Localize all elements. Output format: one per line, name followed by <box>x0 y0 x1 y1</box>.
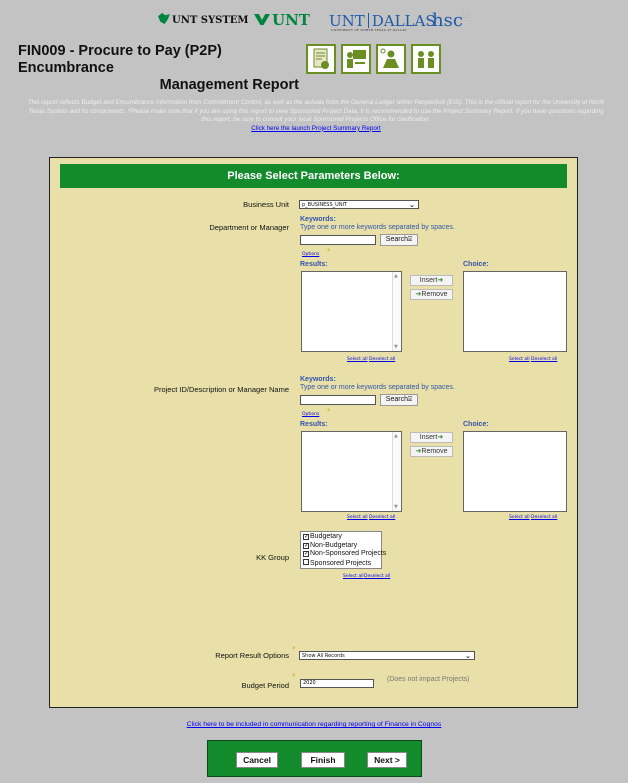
kk-select-all[interactable]: Select all <box>343 574 364 579</box>
project-keywords: Keywords: Type one or more keywords sepa… <box>300 376 455 391</box>
business-unit-select[interactable]: p_BUSINESS_UNIT ⌄ <box>299 200 419 209</box>
dept-results-list[interactable]: ▲ ▼ <box>301 271 402 352</box>
dept-results-select-all[interactable]: Select all <box>347 357 368 362</box>
kk-group-list: ✓Budgetary ✓Non-Budgetary ✓Non-Sponsored… <box>300 531 386 569</box>
project-insert-button[interactable]: Insert➜ <box>410 432 453 443</box>
unt-logo: UNT <box>254 11 310 29</box>
project-results-label: Results: <box>300 421 328 428</box>
dept-options-link[interactable]: Options <box>302 252 319 257</box>
project-choice-label: Choice: <box>463 421 489 428</box>
scrollbar[interactable]: ▲ ▼ <box>392 432 401 511</box>
intro-text: This report reflects Budget and Encumbra… <box>26 99 606 134</box>
report-options-label: Report Result Options <box>215 651 289 660</box>
page-title: FIN009 - Procure to Pay (P2P) Encumbranc… <box>18 43 299 93</box>
dept-choice-label: Choice: <box>463 261 489 268</box>
project-choice-select-all[interactable]: Select all <box>509 515 530 520</box>
footer-button-bar: Cancel Finish Next > <box>207 740 422 777</box>
business-unit-label: Business Unit <box>243 200 289 209</box>
search-icon: ⌻ <box>407 396 413 403</box>
presentation-icon <box>341 44 371 74</box>
kk-option-non-budgetary[interactable]: ✓Non-Budgetary <box>303 542 379 551</box>
kk-option-sponsored[interactable]: Sponsored Projects <box>303 558 379 569</box>
finish-button[interactable]: Finish <box>301 752 345 768</box>
project-remove-button[interactable]: ➔Remove <box>410 446 453 457</box>
required-icon: * <box>327 407 331 415</box>
unt-system-eagle-icon <box>158 13 170 24</box>
required-icon: * <box>292 645 296 653</box>
logo-bar: UNT SYSTEM UNT UNT DALLAS UNIVERSITY OF NO… <box>0 10 628 32</box>
budget-period-note: (Does not impact Projects) <box>387 676 470 683</box>
arrow-right-icon: ➜ <box>437 434 444 441</box>
project-choice-deselect-all[interactable]: Deselect all <box>531 515 557 520</box>
dept-results-deselect-all[interactable]: Deselect all <box>369 357 395 362</box>
project-choice-list[interactable] <box>463 431 567 512</box>
project-results-list[interactable]: ▲ ▼ <box>301 431 402 512</box>
required-icon: * <box>327 247 331 255</box>
dept-remove-button[interactable]: ➔Remove <box>410 289 453 300</box>
project-options-link[interactable]: Options <box>302 412 319 417</box>
next-button[interactable]: Next > <box>367 752 407 768</box>
scrollbar[interactable]: ▲ ▼ <box>392 272 401 351</box>
project-search-button[interactable]: Search⌻ <box>380 394 418 406</box>
project-label: Project ID/Description or Manager Name <box>153 385 289 394</box>
project-results-select-all[interactable]: Select all <box>347 515 368 520</box>
project-summary-link[interactable]: Click here the launch Project Summary Re… <box>26 125 606 134</box>
chevron-down-icon: ⌄ <box>465 652 471 660</box>
checkbox[interactable]: ✓ <box>303 551 309 557</box>
search-icon: ⌻ <box>407 236 413 243</box>
unt-dallas-logo: UNT DALLAS UNIVERSITY OF NORTH TEXAS AT DA… <box>329 12 436 32</box>
teaching-icon <box>376 44 406 74</box>
checkbox[interactable]: ✓ <box>303 534 309 540</box>
unt-system-logo: UNT SYSTEM <box>158 13 249 26</box>
hsc-logo: hsc∷ <box>432 10 469 31</box>
panel-heading: Please Select Parameters Below: <box>60 164 567 188</box>
dept-search-input[interactable] <box>300 235 376 245</box>
parameters-panel: Please Select Parameters Below: Business… <box>49 157 578 708</box>
dept-choice-select-all[interactable]: Select all <box>509 357 530 362</box>
department-label: Department or Manager <box>209 223 289 232</box>
kk-deselect-all[interactable]: Deselect all <box>364 574 390 579</box>
required-icon: * <box>292 672 296 680</box>
dept-choice-list[interactable] <box>463 271 567 352</box>
budget-period-label: Budget Period <box>241 681 289 690</box>
checkbox[interactable] <box>303 558 309 565</box>
dept-choice-deselect-all[interactable]: Deselect all <box>531 357 557 362</box>
dept-search-button[interactable]: Search⌻ <box>380 234 418 246</box>
chevron-down-icon: ⌄ <box>409 201 415 209</box>
arrow-right-icon: ➜ <box>437 277 444 284</box>
kk-option-non-sponsored[interactable]: ✓Non-Sponsored Projects <box>303 550 386 559</box>
dept-insert-button[interactable]: Insert➜ <box>410 275 453 286</box>
report-options-select[interactable]: Show All Records ⌄ <box>299 651 475 660</box>
kk-option-budgetary[interactable]: ✓Budgetary <box>303 533 379 542</box>
dept-results-label: Results: <box>300 261 328 268</box>
unt-eagle-icon <box>254 14 270 25</box>
project-results-deselect-all[interactable]: Deselect all <box>369 515 395 520</box>
project-search-input[interactable] <box>300 395 376 405</box>
kk-group-label: KK Group <box>256 553 289 562</box>
cancel-button[interactable]: Cancel <box>236 752 278 768</box>
dept-keywords: Keywords: Type one or more keywords sepa… <box>300 216 455 231</box>
budget-period-input[interactable]: 2020 <box>300 679 374 688</box>
checkbox[interactable]: ✓ <box>303 542 309 549</box>
report-document-icon <box>306 44 336 74</box>
cognos-communication-link[interactable]: Click here to be included in communicati… <box>0 721 628 728</box>
team-icon <box>411 44 441 74</box>
